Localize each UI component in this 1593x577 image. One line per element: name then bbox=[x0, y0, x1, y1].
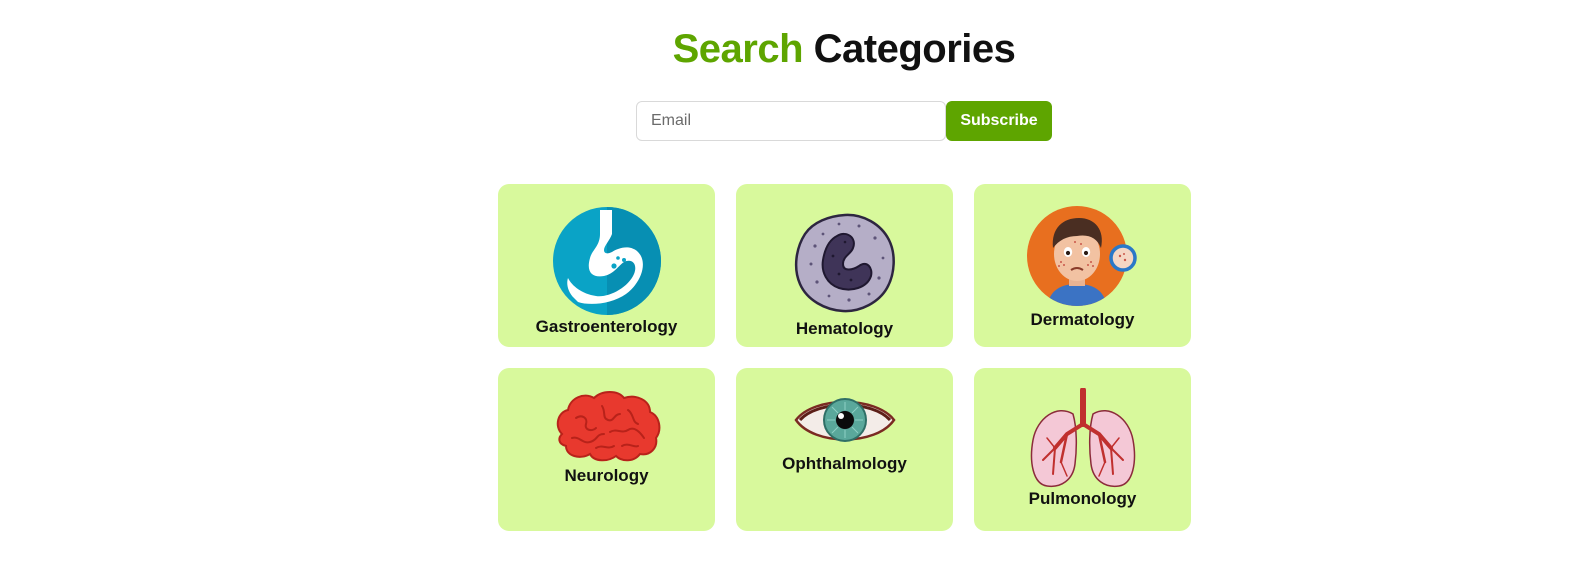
subscribe-form: Subscribe bbox=[636, 101, 1052, 141]
category-label: Dermatology bbox=[1030, 310, 1135, 329]
category-label: Gastroenterology bbox=[535, 317, 678, 336]
category-label: Hematology bbox=[795, 319, 894, 338]
category-grid: Gastroenterology Hematology Dermatology … bbox=[498, 184, 1191, 531]
category-card-neurology[interactable]: Neurology bbox=[498, 368, 715, 531]
category-card-pulmonology[interactable]: Pulmonology bbox=[974, 368, 1191, 531]
category-card-gastroenterology[interactable]: Gastroenterology bbox=[498, 184, 715, 347]
eye-icon bbox=[793, 398, 896, 442]
skin-patient-icon bbox=[1026, 206, 1137, 306]
page: Search Categories Subscribe Gastroentero… bbox=[0, 0, 1593, 577]
category-label: Pulmonology bbox=[1028, 489, 1137, 508]
title-accent: Search bbox=[672, 27, 804, 71]
category-label: Ophthalmology bbox=[782, 454, 907, 473]
title-rest: Categories bbox=[813, 27, 1016, 71]
category-label: Neurology bbox=[564, 466, 649, 485]
category-card-dermatology[interactable]: Dermatology bbox=[974, 184, 1191, 347]
subscribe-button[interactable]: Subscribe bbox=[946, 101, 1052, 141]
brain-icon bbox=[556, 391, 660, 462]
email-field[interactable] bbox=[636, 101, 946, 141]
lungs-icon bbox=[1030, 388, 1135, 488]
stomach-icon bbox=[552, 207, 661, 315]
category-card-hematology[interactable]: Hematology bbox=[736, 184, 953, 347]
blood-cell-icon bbox=[794, 213, 895, 313]
page-title: Search Categories bbox=[0, 26, 1593, 72]
category-card-ophthalmology[interactable]: Ophthalmology bbox=[736, 368, 953, 531]
